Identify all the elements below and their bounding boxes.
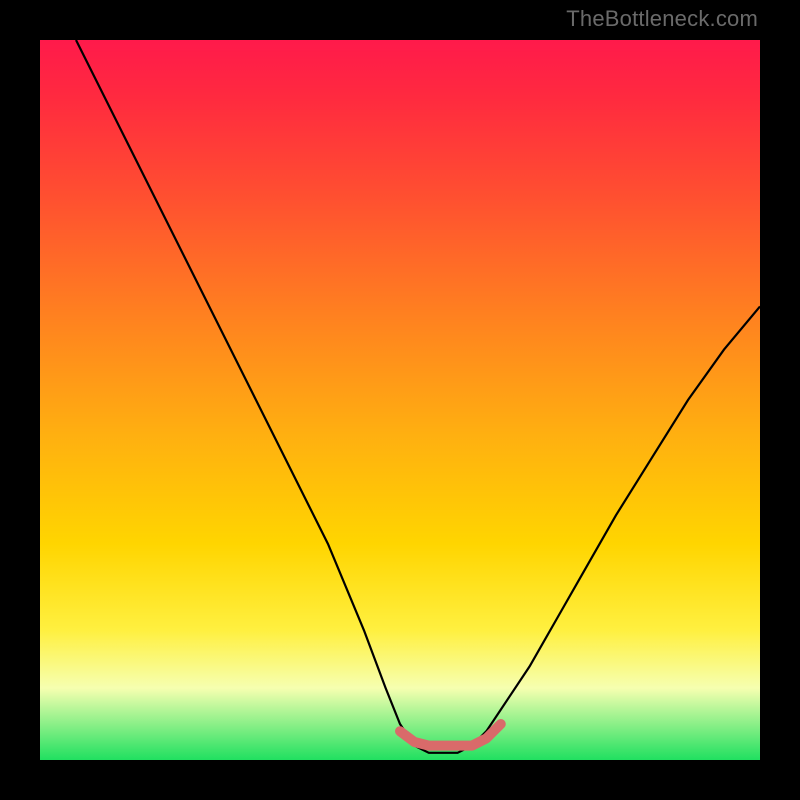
chart-frame: TheBottleneck.com xyxy=(0,0,800,800)
baseline-marker xyxy=(400,724,501,746)
primary-curve xyxy=(76,40,760,753)
line-layer xyxy=(40,40,760,760)
plot-area xyxy=(40,40,760,760)
watermark-text: TheBottleneck.com xyxy=(566,6,758,32)
